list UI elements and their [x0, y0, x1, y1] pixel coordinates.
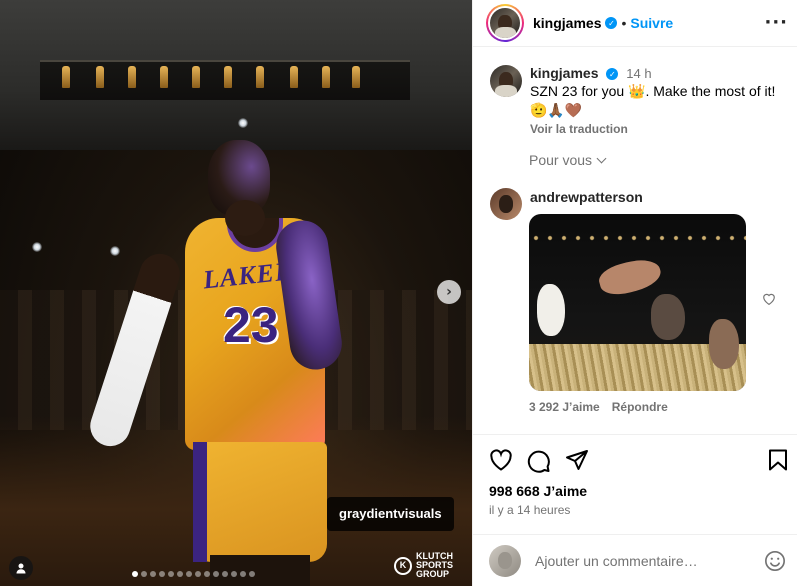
follow-button[interactable]: Suivre — [630, 15, 673, 31]
comment-gif-goats[interactable] — [529, 214, 746, 391]
carousel-dot — [222, 571, 228, 577]
trophy-icon — [352, 66, 360, 88]
trophy-icon — [322, 66, 330, 88]
player-hand — [225, 200, 265, 236]
likes-count[interactable]: 998 668 J’aime — [489, 483, 587, 499]
post-header: kingjames ✓ • Suivre ··· — [473, 0, 797, 47]
more-options-icon[interactable]: ··· — [764, 12, 788, 33]
separator-dot: • — [621, 15, 627, 31]
filter-label: Pour vous — [529, 152, 593, 168]
chevron-down-icon — [596, 153, 607, 164]
player-shorts — [193, 442, 327, 562]
carousel-dot — [240, 571, 246, 577]
trophy-icon — [128, 66, 136, 88]
trophy-icon — [192, 66, 200, 88]
trophy-icon — [160, 66, 168, 88]
brand-line-3: GROUP — [416, 569, 450, 579]
carousel-dot — [141, 571, 147, 577]
caption-time: 14 h — [626, 66, 652, 81]
avatar[interactable] — [490, 188, 522, 220]
trophy-icon — [62, 66, 70, 88]
chevron-right-icon: › — [446, 284, 452, 300]
player-figure: LAKERS 23 — [85, 140, 346, 586]
comment-meta: 3 292 J’aime Répondre — [529, 400, 668, 414]
see-translation-link[interactable]: Voir la traduction — [530, 122, 780, 136]
carousel-dot — [249, 571, 255, 577]
carousel-dot — [132, 571, 138, 577]
goat — [709, 319, 739, 369]
reply-button[interactable]: Répondre — [612, 400, 668, 414]
comments-section: kingjames ✓ 14 h SZN 23 for you 👑. Make … — [473, 48, 797, 434]
save-bookmark-button[interactable] — [768, 449, 788, 476]
bookmark-icon — [769, 449, 787, 471]
verified-badge-icon: ✓ — [606, 68, 619, 81]
carousel-dot — [213, 571, 219, 577]
photo-tag-graydientvisuals[interactable]: graydientvisuals — [327, 497, 454, 531]
author-username[interactable]: kingjames — [533, 15, 601, 31]
comment-like-button[interactable] — [762, 292, 776, 310]
trophy-icon — [290, 66, 298, 88]
trophy-icon — [256, 66, 264, 88]
carousel-dot — [195, 571, 201, 577]
post-side-panel: kingjames ✓ • Suivre ··· kingjames ✓ 14 … — [472, 0, 797, 586]
goat — [596, 254, 664, 300]
story-ring[interactable] — [486, 4, 524, 42]
trophy-icon — [224, 66, 232, 88]
caption-username[interactable]: kingjames — [530, 65, 598, 81]
jersey-number: 23 — [223, 297, 279, 353]
carousel-dot — [159, 571, 165, 577]
post-media[interactable]: LAKERS 23 › graydientvisuals K KLUTCH SP… — [0, 0, 472, 586]
smiley-icon — [765, 551, 785, 571]
carousel-dot — [150, 571, 156, 577]
verified-badge-icon: ✓ — [605, 17, 618, 29]
add-comment-bar: Ajouter un commentaire… — [473, 534, 797, 586]
comment-input[interactable]: Ajouter un commentaire… — [535, 553, 797, 569]
string-lights — [529, 232, 746, 252]
comment-likes[interactable]: 3 292 J’aime — [529, 400, 600, 414]
comment-bubble-icon[interactable] — [527, 449, 551, 473]
klutch-sports-logo: K KLUTCH SPORTS GROUP — [394, 552, 453, 579]
post-actions: 998 668 J’aime il y a 14 heures — [473, 434, 797, 534]
post-time-ago: il y a 14 heures — [489, 503, 571, 517]
avatar — [489, 544, 521, 577]
user-icon — [16, 563, 26, 574]
heart-icon — [763, 293, 775, 306]
carousel-dot — [231, 571, 237, 577]
carousel-dot — [204, 571, 210, 577]
caption: kingjames ✓ 14 h SZN 23 for you 👑. Make … — [490, 65, 780, 136]
light-icon — [238, 118, 248, 128]
like-heart-icon[interactable] — [489, 449, 513, 471]
share-send-icon[interactable] — [565, 449, 589, 471]
avatar — [490, 8, 520, 38]
shorts-stripe — [193, 442, 207, 562]
trophy-icon — [96, 66, 104, 88]
carousel-indicator — [132, 571, 255, 577]
carousel-dot — [177, 571, 183, 577]
goat — [651, 294, 685, 340]
comments-filter-dropdown[interactable]: Pour vous — [529, 152, 607, 168]
carousel-dot — [186, 571, 192, 577]
carousel-next-button[interactable]: › — [437, 280, 461, 304]
tagged-users-button[interactable] — [9, 556, 33, 580]
goat — [537, 284, 565, 336]
emoji-picker-button[interactable] — [764, 550, 786, 577]
avatar[interactable] — [490, 65, 522, 97]
caption-text: SZN 23 for you 👑. Make the most of it! 🫡… — [530, 83, 776, 118]
klutch-logo-icon: K — [394, 556, 412, 575]
carousel-dot — [168, 571, 174, 577]
light-icon — [32, 242, 42, 252]
